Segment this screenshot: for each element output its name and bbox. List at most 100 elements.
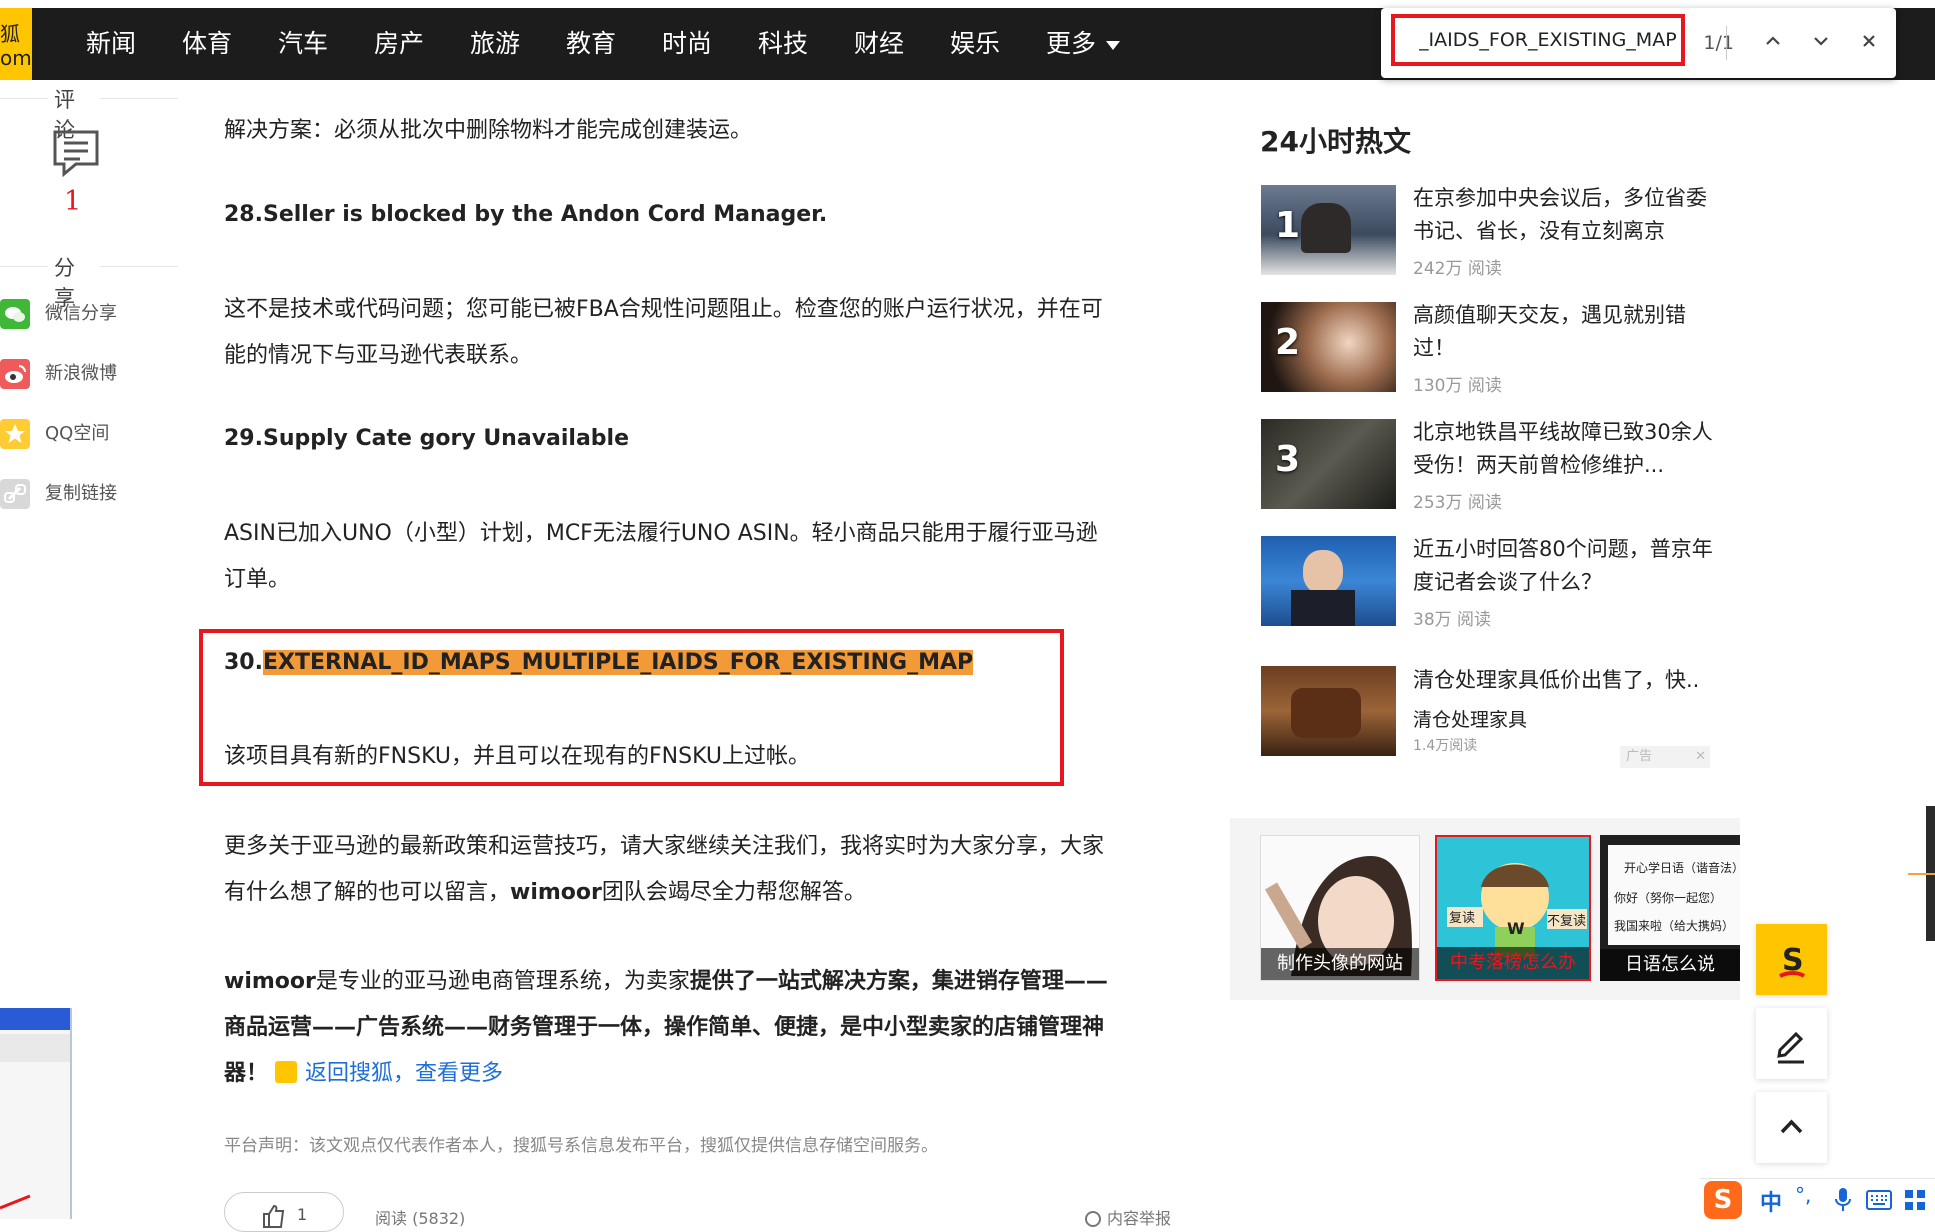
sohu-logo[interactable]: 狐 om: [0, 8, 32, 80]
divider: [0, 266, 48, 267]
ad-card-1[interactable]: 制作头像的网站: [1260, 835, 1420, 981]
ad-caption: 日语怎么说: [1600, 949, 1740, 981]
article-paragraph: 这不是技术或代码问题；您可能已被FBA合规性问题阻止。检查您的账户运行状况，并在…: [224, 297, 1103, 322]
find-in-page-bar: 1/1: [1381, 8, 1896, 78]
like-button[interactable]: 1: [224, 1192, 344, 1232]
hot-item-read: 38万 阅读: [1413, 610, 1492, 630]
share-weibo-label: 新浪微博: [45, 363, 117, 384]
article-heading-28: 28.Seller is blocked by the Andon Cord M…: [224, 202, 828, 227]
ad-close-icon[interactable]: ✕: [1695, 746, 1706, 768]
article-paragraph: 商品运营——广告系统——财务管理于一体，操作简单、便捷，是中小型卖家的店铺管理神: [224, 1015, 1105, 1040]
share-weibo[interactable]: 新浪微博: [0, 355, 150, 391]
ad-card-2[interactable]: 复读 W 不复读 中考落榜怎么办: [1435, 835, 1591, 981]
ad-item-sponsor: 清仓处理家具: [1413, 709, 1528, 731]
hot-item-read: 253万 阅读: [1413, 493, 1502, 513]
article-paragraph: wimoor是专业的亚马逊电商管理系统，为卖家提供了一站式解决方案，集进销存管理…: [224, 963, 1108, 995]
comment-icon: [53, 130, 99, 178]
article-paragraph: 器！ 返回搜狐，查看更多: [224, 1055, 503, 1087]
find-match-highlight: EXTERNAL_ID_MAPS_MULTIPLE_IAIDS_FOR_EXIS…: [262, 650, 974, 675]
sohu-app-button[interactable]: S: [1756, 924, 1827, 995]
hot-item-read: 242万 阅读: [1413, 259, 1502, 279]
report-link[interactable]: 内容举报: [1085, 1205, 1171, 1229]
article-heading-29: 29.Supply Cate gory Unavailable: [224, 426, 630, 451]
nav-more-label: 更多: [1046, 29, 1097, 58]
nav-auto[interactable]: 汽车: [278, 8, 328, 80]
hot-thumb-ad[interactable]: [1261, 666, 1396, 756]
nav-fashion[interactable]: 时尚: [662, 8, 712, 80]
divider: [100, 98, 178, 99]
rank-number: 2: [1275, 322, 1301, 363]
ad-sign-right: 不复读: [1547, 914, 1587, 929]
sohu-mini-icon: [275, 1061, 298, 1083]
find-previous-button[interactable]: [1756, 26, 1790, 60]
heading-number: 30.: [224, 650, 263, 675]
hot-thumb-2[interactable]: 2: [1261, 302, 1396, 392]
rank-number: 1: [1275, 205, 1301, 246]
share-wechat[interactable]: 微信分享: [0, 295, 150, 331]
sogou-ime-logo-icon[interactable]: S: [1704, 1181, 1742, 1219]
article-paragraph: 该项目具有新的FNSKU，并且可以在现有的FNSKU上过帐。: [224, 744, 811, 769]
share-wechat-label: 微信分享: [45, 303, 117, 324]
article-paragraph: 能的情况下与亚马逊代表联系。: [224, 343, 533, 368]
wechat-icon: [0, 299, 30, 329]
nav-finance[interactable]: 财经: [854, 8, 904, 80]
keyboard-icon[interactable]: [1866, 1190, 1892, 1210]
article-paragraph: ASIN已加入UNO（小型）计划，MCF无法履行UNO ASIN。轻小商品只能用…: [224, 521, 1098, 546]
report-icon: [1085, 1211, 1101, 1227]
close-icon: [1863, 35, 1875, 47]
grid-menu-icon[interactable]: [1904, 1189, 1926, 1211]
text-span: 有什么想了解的也可以留言，: [224, 880, 511, 905]
nav-travel[interactable]: 旅游: [470, 8, 520, 80]
comment-button[interactable]: [52, 129, 100, 181]
back-to-top-button[interactable]: [1756, 1092, 1827, 1163]
ad-card-3[interactable]: 开心学日语（谐音法） 你好（努你一起您） 我国来啦（给大携妈） 日语怎么说: [1600, 835, 1740, 981]
nav-tech[interactable]: 科技: [758, 8, 808, 80]
find-input[interactable]: [1391, 14, 1685, 66]
ad-item-title[interactable]: 清仓处理家具低价出售了，快..: [1413, 664, 1723, 697]
hot-thumb-1[interactable]: 1: [1261, 185, 1396, 275]
ime-language-toggle[interactable]: 中: [1760, 1185, 1782, 1217]
pencil-icon: [1777, 1031, 1804, 1064]
ad-sign-middle: W: [1507, 919, 1525, 938]
article-paragraph: 更多关于亚马逊的最新政策和运营技巧，请大家继续关注我们，我将实时为大家分享，大家: [224, 834, 1105, 859]
bold-text: wimoor: [510, 880, 602, 905]
red-stroke-icon: [0, 1194, 31, 1210]
hot-item-title[interactable]: 近五小时回答80个问题，普京年度记者会谈了什么？: [1413, 533, 1723, 599]
share-copy-link[interactable]: 复制链接: [0, 475, 150, 511]
find-next-button[interactable]: [1804, 26, 1838, 60]
microphone-icon[interactable]: [1833, 1187, 1853, 1213]
find-divider: [1726, 26, 1727, 60]
nav-house[interactable]: 房产: [374, 8, 424, 80]
nav-education[interactable]: 教育: [566, 8, 616, 80]
divider: [100, 266, 178, 267]
hot-thumb-4[interactable]: [1261, 536, 1396, 626]
rank-number: 3: [1275, 439, 1301, 480]
nav-entertainment[interactable]: 娱乐: [950, 8, 1000, 80]
write-comment-button[interactable]: [1756, 1008, 1827, 1079]
logo-text: 狐 om: [0, 22, 32, 70]
hot-item-title[interactable]: 在京参加中央会议后，多位省委书记、省长，没有立刻离京: [1413, 182, 1723, 248]
bold-text: wimoor: [224, 969, 316, 994]
hot-item-title[interactable]: 高颜值聊天交友，遇见就别错过！: [1413, 299, 1723, 365]
nav-more[interactable]: 更多: [1046, 8, 1121, 80]
caret-down-icon: [1106, 40, 1121, 50]
hot-item-title[interactable]: 北京地铁昌平线故障已致30余人受伤！两天前曾检修维护...: [1413, 416, 1723, 482]
ime-toolbar: S 中 °,: [1700, 1178, 1935, 1219]
nav-news[interactable]: 新闻: [86, 8, 136, 80]
find-close-button[interactable]: [1852, 26, 1886, 60]
bold-text: 器！: [224, 1061, 269, 1086]
article-paragraph: 有什么想了解的也可以留言，wimoor团队会竭尽全力帮您解答。: [224, 874, 866, 906]
hot-thumb-3[interactable]: 3: [1261, 419, 1396, 509]
back-to-sohu-link[interactable]: 返回搜狐，查看更多: [305, 1061, 503, 1086]
qzone-star-icon: [0, 419, 30, 449]
scroll-marker: [1908, 873, 1935, 875]
hot-list-title: 24小时热文: [1260, 125, 1411, 158]
nav-sports[interactable]: 体育: [182, 8, 232, 80]
thumb-up-icon: [263, 1204, 285, 1228]
weibo-icon: [0, 359, 30, 389]
ad-caption: 制作头像的网站: [1261, 948, 1419, 980]
ime-punctuation-toggle[interactable]: °,: [1795, 1183, 1811, 1207]
read-count: 阅读 (5832): [375, 1209, 466, 1228]
share-qzone[interactable]: QQ空间: [0, 415, 150, 451]
article-heading-30: 30.EXTERNAL_ID_MAPS_MULTIPLE_IAIDS_FOR_E…: [224, 650, 974, 675]
